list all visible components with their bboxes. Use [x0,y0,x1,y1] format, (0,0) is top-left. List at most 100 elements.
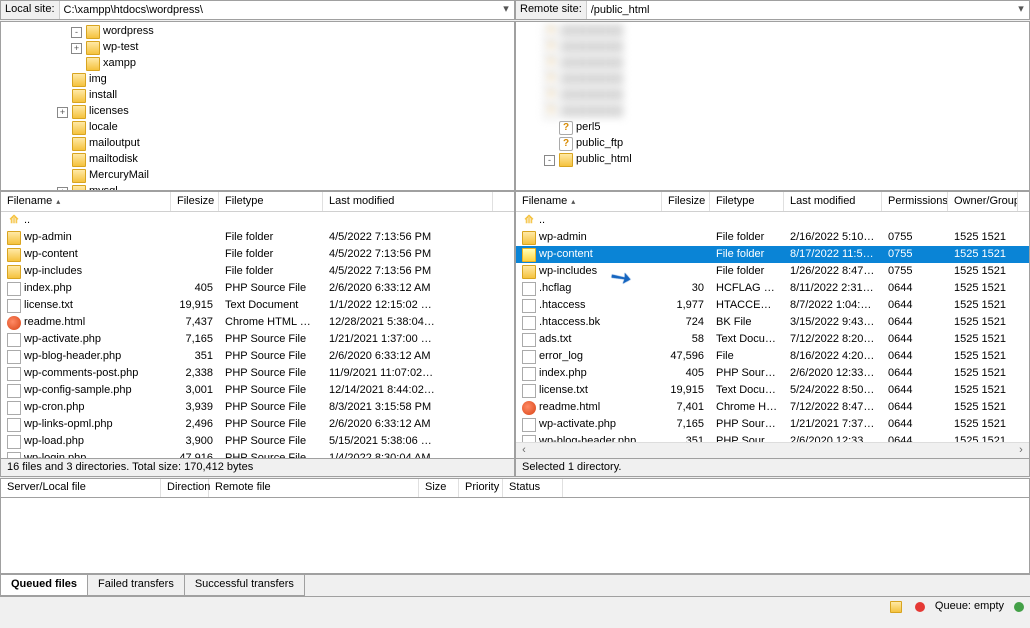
list-item[interactable]: wp-cron.php3,939PHP Source File8/3/2021 … [1,399,514,416]
chevron-down-icon[interactable]: ▾ [498,3,514,16]
folder-icon [72,153,86,167]
list-item[interactable]: wp-blog-header.php351PHP Sourc…2/6/2020 … [516,433,1029,442]
status-bar: Queue: empty [0,596,1030,616]
file-icon [522,299,536,313]
list-item[interactable]: wp-contentFile folder4/5/2022 7:13:56 PM [1,246,514,263]
chevron-down-icon[interactable]: ▾ [1013,3,1029,16]
tab-queued[interactable]: Queued files [0,575,88,596]
list-item[interactable]: .htaccess.bk724BK File3/15/2022 9:43:…06… [516,314,1029,331]
local-path-input[interactable] [60,1,498,19]
list-item[interactable]: wp-includesFile folder4/5/2022 7:13:56 P… [1,263,514,280]
tree-node[interactable]: img [1,72,514,88]
list-item[interactable]: .hcflag30HCFLAG File8/11/2022 2:31:…0644… [516,280,1029,297]
tree-node[interactable]: install [1,88,514,104]
file-name: wp-content [539,248,593,261]
list-item[interactable]: wp-load.php3,900PHP Source File5/15/2021… [1,433,514,450]
list-item[interactable]: readme.html7,401Chrome H…7/12/2022 8:47:… [516,399,1029,416]
remote-path-input[interactable] [587,1,1013,19]
tree-node[interactable]: - public_html [516,152,1029,168]
file-name: wp-content [24,248,78,261]
tree-node[interactable]: locale [1,120,514,136]
list-item[interactable]: wp-login.php47,916PHP Source File1/4/202… [1,450,514,458]
list-item[interactable]: license.txt19,915Text Document1/1/2022 1… [1,297,514,314]
tree-node[interactable]: +mysql [1,184,514,191]
col-owner[interactable]: Owner/Group [948,192,1018,211]
folder-icon [522,231,536,245]
tree-toggle-icon[interactable]: - [71,27,82,38]
tree-node-blurred: ?████████ [516,40,1029,56]
tree-node[interactable]: mailtodisk [1,152,514,168]
list-item[interactable]: .htaccess1,977HTACCESS…8/7/2022 1:04:2…0… [516,297,1029,314]
tree-label: wordpress [103,25,154,38]
tree-node[interactable]: +licenses [1,104,514,120]
file-icon [522,367,536,381]
list-item[interactable]: wp-activate.php7,165PHP Sourc…1/21/2021 … [516,416,1029,433]
col-permissions[interactable]: Permissions [882,192,948,211]
list-item[interactable]: wp-activate.php7,165PHP Source File1/21/… [1,331,514,348]
folder-icon [72,73,86,87]
list-item[interactable]: ads.txt58Text Docu…7/12/2022 8:20:…06441… [516,331,1029,348]
tree-toggle-icon[interactable]: + [57,107,68,118]
tree-toggle-icon [57,155,68,166]
list-item[interactable]: wp-comments-post.php2,338PHP Source File… [1,365,514,382]
local-tree[interactable]: - wordpress +wp-testxamppimginstall+licens… [0,21,515,191]
tree-node[interactable]: +wp-test [1,40,514,56]
scroll-left-icon[interactable]: ‹ [516,443,532,458]
tree-node[interactable]: mailoutput [1,136,514,152]
horizontal-scrollbar[interactable]: ‹ › [516,442,1029,458]
list-item[interactable]: index.php405PHP Sourc…2/6/2020 12:33:…06… [516,365,1029,382]
tree-node[interactable]: ?perl5 [516,120,1029,136]
local-file-list[interactable]: Filename Filesize Filetype Last modified… [0,191,515,459]
tab-failed[interactable]: Failed transfers [87,575,185,596]
list-item[interactable]: ⟰.. [1,212,514,229]
col-filename[interactable]: Filename [516,192,662,211]
list-item[interactable]: wp-blog-header.php351PHP Source File2/6/… [1,348,514,365]
unknown-folder-icon: ? [544,73,558,87]
tree-toggle-icon[interactable]: - [544,155,555,166]
col-lastmod[interactable]: Last modified [784,192,882,211]
list-item[interactable]: readme.html7,437Chrome HTML Do…12/28/202… [1,314,514,331]
col-filesize[interactable]: Filesize [662,192,710,211]
list-item[interactable]: wp-config-sample.php3,001PHP Source File… [1,382,514,399]
tree-label: MercuryMail [89,169,149,182]
tree-node[interactable]: ?public_ftp [516,136,1029,152]
col-filesize[interactable]: Filesize [171,192,219,211]
list-item[interactable]: wp-includesFile folder1/26/2022 8:47:…07… [516,263,1029,280]
list-item[interactable]: wp-links-opml.php2,496PHP Source File2/6… [1,416,514,433]
col-filetype[interactable]: Filetype [219,192,323,211]
tree-toggle-icon[interactable]: + [71,43,82,54]
list-item[interactable]: ⟰.. [516,212,1029,229]
remote-file-list[interactable]: Filename Filesize Filetype Last modified… [515,191,1030,459]
list-item[interactable]: index.php405PHP Source File2/6/2020 6:33… [1,280,514,297]
tree-node[interactable]: xampp [1,56,514,72]
list-item[interactable]: wp-adminFile folder4/5/2022 7:13:56 PM [1,229,514,246]
folder-icon [7,248,21,262]
local-path-bar[interactable]: Local site: ▾ [0,0,515,20]
tree-toggle-icon [57,171,68,182]
queue-tabs[interactable]: Queued files Failed transfers Successful… [0,574,1030,596]
list-item[interactable]: license.txt19,915Text Docu…5/24/2022 8:5… [516,382,1029,399]
remote-tree[interactable]: ?████████?████████?████████?████████?███… [515,21,1030,191]
remote-list-header[interactable]: Filename Filesize Filetype Last modified… [516,192,1029,212]
tree-node-blurred: ?████████ [516,104,1029,120]
list-item[interactable]: error_log47,596File8/16/2022 4:20:…06441… [516,348,1029,365]
col-filetype[interactable]: Filetype [710,192,784,211]
list-item[interactable]: wp-contentFile folder8/17/2022 11:5…0755… [516,246,1029,263]
tree-toggle-icon [544,123,555,134]
queue-header[interactable]: Server/Local file Direction Remote file … [0,478,1030,498]
tree-label: public_html [576,153,632,166]
html-icon [522,401,536,415]
folder-icon [72,89,86,103]
col-filename[interactable]: Filename [1,192,171,211]
tree-node[interactable]: - wordpress [1,24,514,40]
scroll-right-icon[interactable]: › [1013,443,1029,458]
local-list-header[interactable]: Filename Filesize Filetype Last modified [1,192,514,212]
tree-node[interactable]: MercuryMail [1,168,514,184]
col-lastmod[interactable]: Last modified [323,192,493,211]
tab-successful[interactable]: Successful transfers [184,575,305,596]
tree-node-blurred: ?████████ [516,56,1029,72]
file-icon [7,435,21,449]
list-item[interactable]: wp-adminFile folder2/16/2022 5:10:…07551… [516,229,1029,246]
remote-path-bar[interactable]: Remote site: ▾ [515,0,1030,20]
file-name: wp-blog-header.php [24,350,121,363]
